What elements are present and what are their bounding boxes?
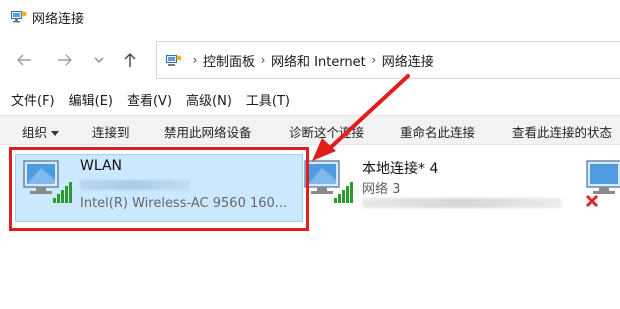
breadcrumb-item-network-connections[interactable]: 网络连接	[382, 51, 434, 70]
disable-device-button[interactable]: 禁用此网络设备	[164, 122, 252, 141]
breadcrumb-item-network-internet[interactable]: 网络和 Internet	[271, 51, 366, 70]
back-button[interactable]	[14, 50, 34, 70]
network-disconnected-icon[interactable]	[584, 158, 620, 212]
arrow-left-icon	[17, 54, 31, 66]
up-button[interactable]	[120, 50, 140, 70]
organize-button[interactable]: 组织	[22, 122, 60, 141]
connections-list: WLAN Intel(R) Wireless-AC 9560 160... 本地…	[0, 146, 620, 309]
recent-locations-button[interactable]	[89, 50, 109, 70]
navigation-row: › 控制面板 › 网络和 Internet › 网络连接	[0, 40, 620, 82]
network-connections-icon	[11, 9, 27, 28]
control-panel-icon	[166, 53, 182, 72]
chevron-down-icon	[94, 57, 104, 63]
diagnose-button[interactable]: 诊断这个连接	[289, 122, 364, 141]
chevron-right-icon[interactable]: ›	[366, 53, 382, 67]
command-bar: 组织 连接到 禁用此网络设备 诊断这个连接 重命名此连接 查看此连接的状态	[0, 115, 620, 145]
menu-view[interactable]: 查看(V)	[127, 90, 176, 112]
wifi-signal-icon	[302, 158, 356, 210]
menu-file[interactable]: 文件(F)	[11, 90, 59, 112]
view-status-button[interactable]: 查看此连接的状态	[512, 122, 612, 141]
window-title: 网络连接	[32, 12, 85, 27]
connection-status-local-4: 网络 3	[362, 182, 401, 197]
breadcrumb: › 控制面板 › 网络和 Internet › 网络连接	[187, 42, 434, 78]
annotation-highlight-box	[9, 147, 309, 231]
forward-button[interactable]	[55, 50, 75, 70]
breadcrumb-item-control-panel[interactable]: 控制面板	[203, 51, 255, 70]
arrow-right-icon	[58, 54, 72, 66]
menu-tools[interactable]: 工具(T)	[246, 90, 294, 112]
address-bar[interactable]: › 控制面板 › 网络和 Internet › 网络连接	[156, 41, 620, 79]
caret-down-icon	[51, 131, 60, 136]
menu-bar: 文件(F) 编辑(E) 查看(V) 高级(N) 工具(T)	[0, 90, 620, 112]
rename-button[interactable]: 重命名此连接	[400, 122, 475, 141]
redacted-device-name	[362, 198, 562, 208]
chevron-right-icon[interactable]: ›	[187, 53, 203, 67]
menu-advanced[interactable]: 高级(N)	[186, 90, 236, 112]
organize-label: 组织	[22, 125, 48, 140]
arrow-up-icon	[124, 53, 136, 67]
title-bar: 网络连接	[0, 0, 620, 34]
connection-name-local-4[interactable]: 本地连接* 4	[362, 158, 438, 178]
chevron-right-icon[interactable]: ›	[255, 53, 271, 67]
menu-edit[interactable]: 编辑(E)	[69, 90, 117, 112]
connect-to-button[interactable]: 连接到	[92, 122, 130, 141]
